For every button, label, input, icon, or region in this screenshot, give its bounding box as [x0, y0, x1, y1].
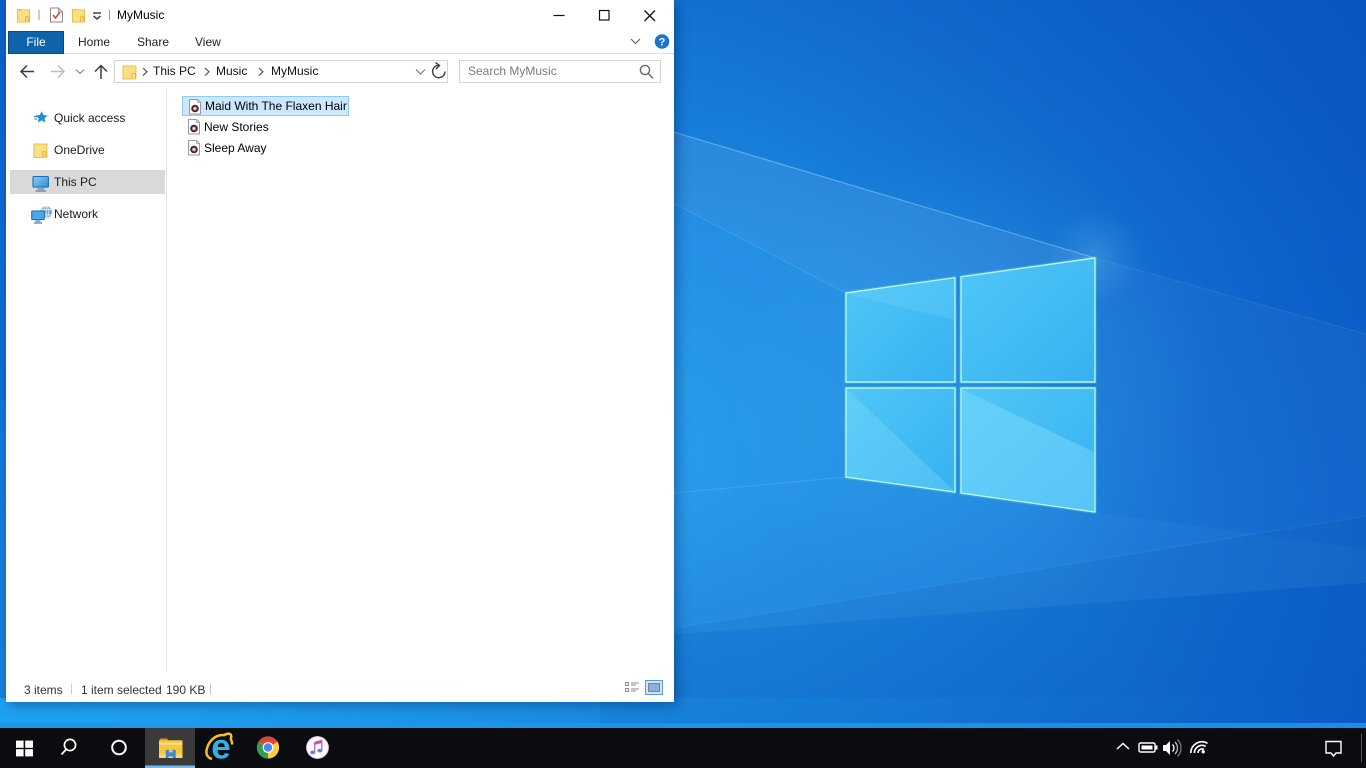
svg-text:?: ?: [659, 37, 666, 49]
